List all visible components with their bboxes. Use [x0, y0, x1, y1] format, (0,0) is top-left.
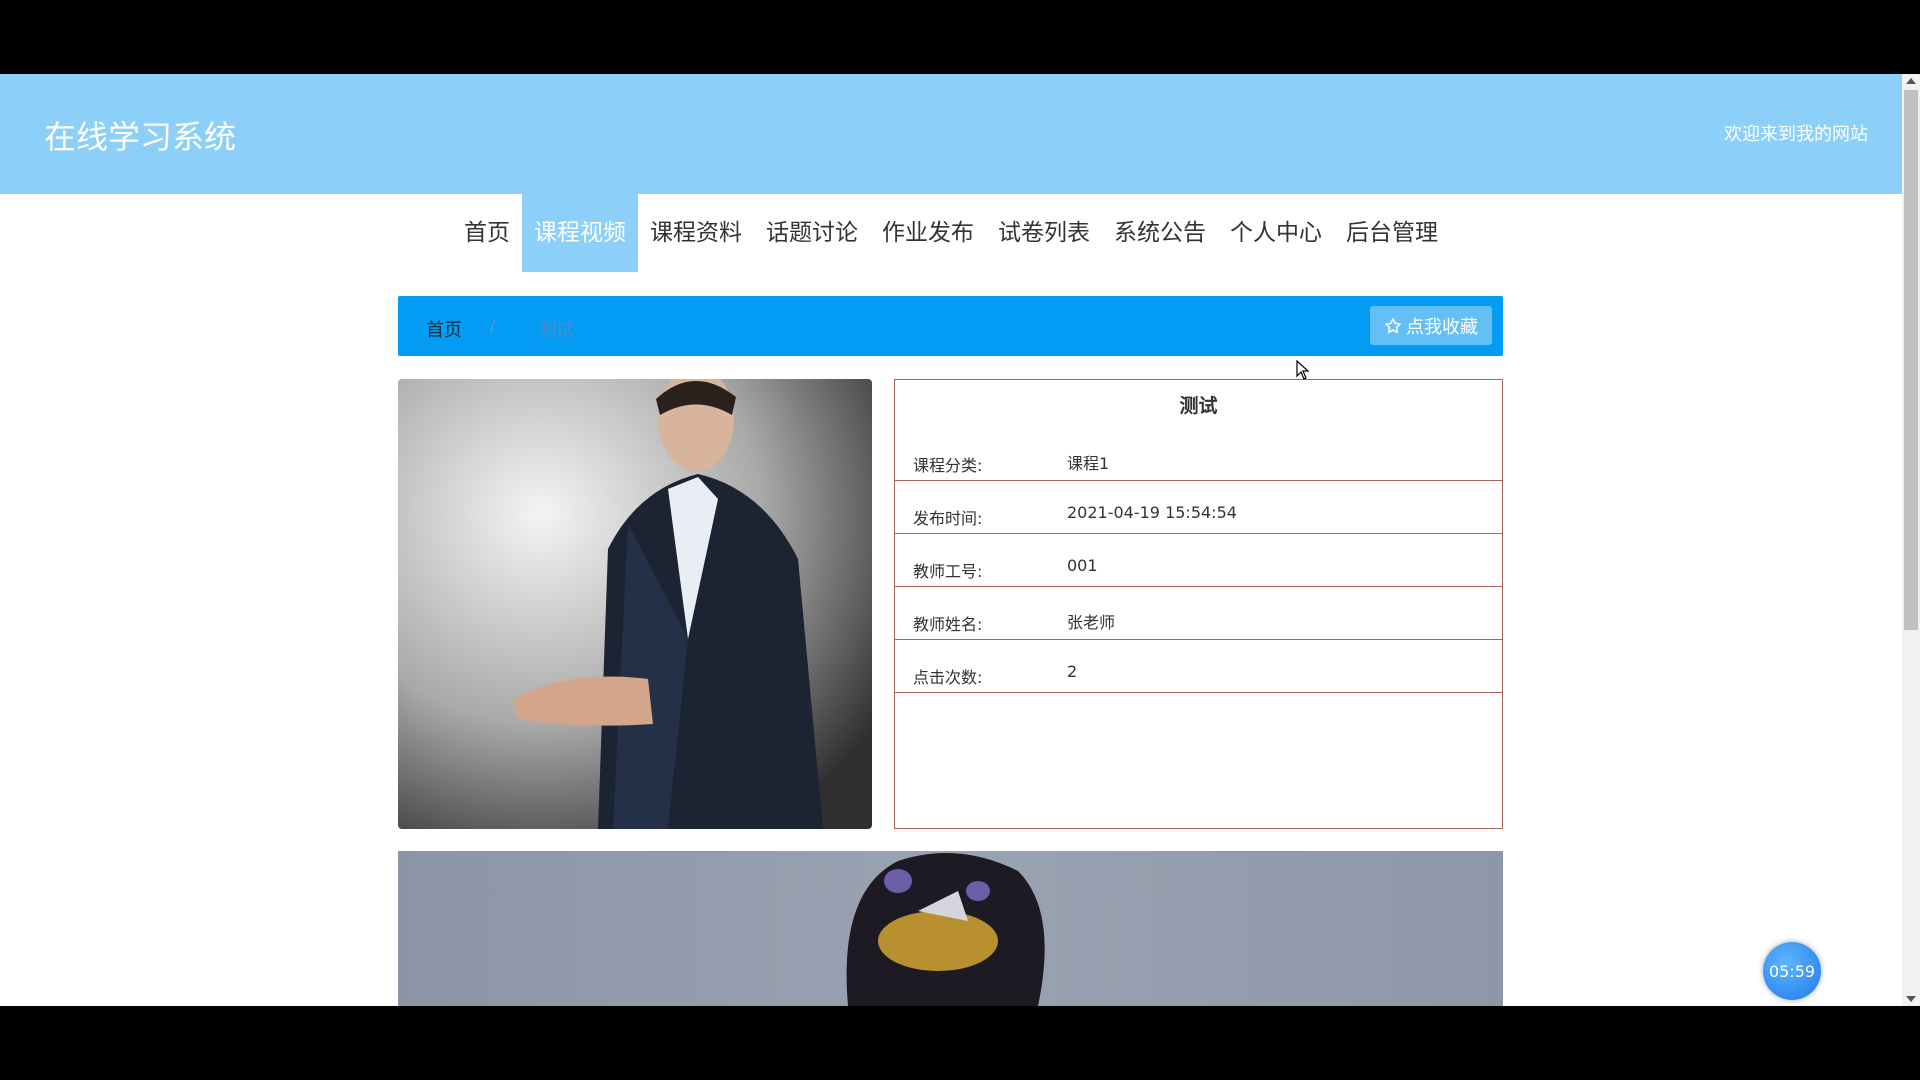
- course-detail-image: [398, 851, 1503, 1006]
- breadcrumb-separator: /: [490, 316, 496, 335]
- info-row-category: 课程分类: 课程1: [895, 428, 1502, 481]
- vertical-scrollbar[interactable]: [1902, 74, 1920, 1006]
- nav-item-course-materials[interactable]: 课程资料: [638, 194, 754, 272]
- browser-viewport: 在线学习系统 欢迎来到我的网站 首页 课程视频 课程资料 话题讨论 作业发布 试…: [0, 74, 1920, 1006]
- breadcrumb-home[interactable]: 首页: [426, 316, 462, 342]
- course-info-panel: 测试 课程分类: 课程1 发布时间: 2021-04-19 15:54:54 教…: [894, 379, 1503, 829]
- mouse-cursor-icon: [1296, 359, 1310, 384]
- nav-item-exam-list[interactable]: 试卷列表: [986, 194, 1102, 272]
- favorite-button-label: 点我收藏: [1406, 316, 1478, 338]
- nav-item-homework[interactable]: 作业发布: [870, 194, 986, 272]
- nav-item-personal-center[interactable]: 个人中心: [1218, 194, 1334, 272]
- info-label: 教师姓名:: [913, 615, 983, 634]
- info-value: 课程1: [1067, 454, 1110, 473]
- nav-item-home[interactable]: 首页: [452, 194, 522, 272]
- countdown-timer[interactable]: 05:59: [1763, 942, 1821, 1000]
- info-label: 教师工号:: [913, 562, 983, 581]
- info-row-teacher-id: 教师工号: 001: [895, 534, 1502, 587]
- info-label: 发布时间:: [913, 509, 983, 528]
- info-value: 001: [1067, 556, 1098, 575]
- nav-item-admin[interactable]: 后台管理: [1334, 194, 1450, 272]
- info-row-click-count: 点击次数: 2: [895, 640, 1502, 693]
- scroll-up-arrow-icon[interactable]: [1906, 78, 1916, 84]
- info-value: 2021-04-19 15:54:54: [1067, 503, 1237, 522]
- site-header: 在线学习系统 欢迎来到我的网站: [0, 74, 1902, 194]
- course-title: 测试: [1179, 395, 1218, 417]
- nav-item-announcements[interactable]: 系统公告: [1102, 194, 1218, 272]
- star-icon: [1385, 317, 1401, 333]
- breadcrumb: 首页 / 测试 点我收藏: [398, 296, 1503, 356]
- favorite-button[interactable]: 点我收藏: [1370, 306, 1492, 345]
- course-cover-image: [398, 379, 872, 829]
- info-label: 课程分类:: [913, 456, 983, 475]
- breadcrumb-current: 测试: [538, 320, 574, 341]
- info-value: 张老师: [1067, 613, 1116, 632]
- info-value: 2: [1067, 662, 1078, 681]
- nav-item-course-videos[interactable]: 课程视频: [522, 194, 638, 272]
- info-label: 点击次数:: [913, 668, 983, 687]
- site-title[interactable]: 在线学习系统: [44, 112, 236, 158]
- info-row-publish-time: 发布时间: 2021-04-19 15:54:54: [895, 481, 1502, 534]
- main-nav: 首页 课程视频 课程资料 话题讨论 作业发布 试卷列表 系统公告 个人中心 后台…: [0, 194, 1902, 272]
- nav-item-topic-discussion[interactable]: 话题讨论: [754, 194, 870, 272]
- info-row-teacher-name: 教师姓名: 张老师: [895, 587, 1502, 640]
- scroll-thumb[interactable]: [1904, 90, 1918, 630]
- scroll-down-arrow-icon[interactable]: [1906, 996, 1916, 1002]
- welcome-text: 欢迎来到我的网站: [1724, 124, 1868, 145]
